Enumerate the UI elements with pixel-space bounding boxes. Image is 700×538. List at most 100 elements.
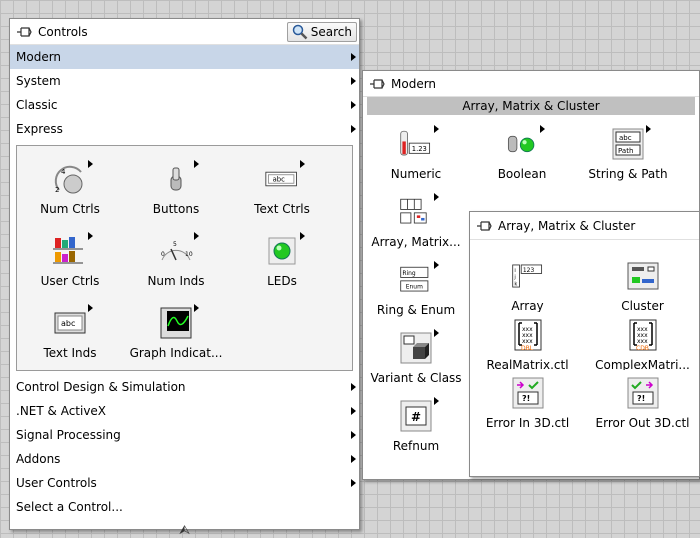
tile-boolean[interactable]: Boolean (469, 119, 575, 187)
toggle-switch-icon (159, 160, 199, 196)
tile-array-matrix[interactable]: Array, Matrix... (363, 187, 469, 255)
search-button[interactable]: Search (286, 22, 357, 42)
array-title: Array, Matrix & Cluster (498, 218, 636, 233)
tile-error-in[interactable]: ?! Error In 3D.ctl (470, 376, 585, 434)
error-in-icon: ?! (511, 376, 545, 410)
array-icon: i j k 123 (511, 260, 545, 293)
modern-titlebar: Modern (363, 71, 699, 97)
tile-label: Error Out 3D.ctl (595, 416, 690, 428)
menu-item-modern[interactable]: Modern (10, 45, 359, 69)
controls-titlebar: Controls Search (10, 19, 359, 45)
tile-label: Text Ctrls (254, 202, 310, 216)
user-controls-icon (53, 232, 93, 268)
tile-label: RealMatrix.ctl (486, 358, 569, 370)
svg-text:xxx: xxx (637, 338, 648, 345)
tile-cluster[interactable]: Cluster (585, 260, 700, 318)
controls-title: Controls (38, 24, 88, 39)
tile-text-inds[interactable]: abc Text Inds (17, 294, 123, 366)
tile-label: Numeric (390, 167, 442, 181)
tile-num-ctrls[interactable]: 24 Num Ctrls (17, 150, 123, 222)
tile-label: Num Ctrls (40, 202, 100, 216)
enum-text: Enum (406, 284, 423, 291)
submenu-arrow-icon (351, 101, 356, 109)
submenu-arrow-icon (351, 383, 356, 391)
menu-label: Addons (16, 452, 61, 466)
menu-label: Classic (16, 98, 58, 112)
numeric-knob-icon: 24 (53, 160, 93, 196)
tile-refnum[interactable]: # Refnum (363, 391, 469, 459)
tile-string-path[interactable]: abc Path String & Path (575, 119, 681, 187)
string-path-icon: abc Path (611, 125, 651, 161)
submenu-arrow-icon (351, 431, 356, 439)
tile-label: Graph Indicat... (129, 346, 223, 360)
menu-item-classic[interactable]: Classic (10, 93, 359, 117)
menu-label: User Controls (16, 476, 97, 490)
tile-label: Array, Matrix... (371, 235, 461, 249)
section-header: Array, Matrix & Cluster (367, 97, 695, 115)
tile-text-ctrls[interactable]: abc Text Ctrls (229, 150, 335, 222)
menu-label: .NET & ActiveX (16, 404, 107, 418)
menu-item-system[interactable]: System (10, 69, 359, 93)
menu-item-express[interactable]: Express (10, 117, 359, 141)
menu-item-select-control[interactable]: Select a Control... (10, 495, 359, 519)
svg-text:j: j (513, 275, 515, 281)
real-matrix-icon: xxx xxx xxx DBL (511, 318, 545, 352)
pin-icon[interactable] (16, 25, 32, 39)
svg-text:2: 2 (55, 186, 59, 194)
array-num-text: 123 (522, 267, 534, 274)
tile-graph-indicators[interactable]: Graph Indicat... (123, 294, 229, 366)
menu-item-addons[interactable]: Addons (10, 447, 359, 471)
array-titlebar: Array, Matrix & Cluster (470, 212, 699, 240)
tile-label: Variant & Class (370, 371, 462, 385)
menu-label: Express (16, 122, 63, 136)
tile-num-inds[interactable]: 0 5 10 Num Inds (123, 222, 229, 294)
tile-label: Refnum (392, 439, 440, 453)
controls-palette: Controls Search Modern System Classic Ex… (9, 18, 360, 538)
tile-label: Num Inds (147, 274, 205, 288)
submenu-arrow-icon (351, 125, 356, 133)
modern-title: Modern (391, 76, 437, 91)
submenu-arrow-icon (351, 455, 356, 463)
refnum-icon: # (399, 397, 439, 433)
collapse-chevron-icon[interactable]: ⮙ (10, 519, 359, 538)
menu-label: Control Design & Simulation (16, 380, 186, 394)
error-in-text: ?! (522, 394, 530, 403)
pin-icon[interactable] (476, 219, 492, 233)
tile-label: String & Path (588, 167, 668, 181)
tile-error-out[interactable]: ?! Error Out 3D.ctl (585, 376, 700, 434)
tile-array[interactable]: i j k 123 Array (470, 260, 585, 318)
svg-text:0: 0 (161, 251, 165, 258)
numeric-text: 1.23 (412, 145, 427, 153)
menu-item-signal-processing[interactable]: Signal Processing (10, 423, 359, 447)
error-out-icon: ?! (626, 376, 660, 410)
search-icon (292, 24, 308, 40)
express-panel: 24 Num Ctrls Buttons abc Text Ctrls User… (16, 145, 353, 371)
tile-real-matrix[interactable]: xxx xxx xxx DBL RealMatrix.ctl (470, 318, 585, 376)
menu-item-control-design[interactable]: Control Design & Simulation (10, 375, 359, 399)
tile-label: Text Inds (43, 346, 97, 360)
path-text: Path (618, 147, 633, 155)
tile-label: User Ctrls (40, 274, 100, 288)
variant-class-icon (399, 329, 439, 365)
text-indicator-icon: abc (53, 304, 93, 340)
error-out-text: ?! (637, 394, 645, 403)
tile-user-ctrls[interactable]: User Ctrls (17, 222, 123, 294)
tile-buttons[interactable]: Buttons (123, 150, 229, 222)
tile-label: Buttons (152, 202, 200, 216)
tile-leds[interactable]: LEDs (229, 222, 335, 294)
tile-variant-class[interactable]: Variant & Class (363, 323, 469, 391)
tile-complex-matrix[interactable]: xxx xxx xxx CDB ComplexMatri... (585, 318, 700, 376)
submenu-arrow-icon (351, 479, 356, 487)
menu-item-user-controls[interactable]: User Controls (10, 471, 359, 495)
ring-text: Ring (402, 270, 416, 277)
svg-text:5: 5 (173, 241, 177, 248)
tile-numeric[interactable]: 1.23 Numeric (363, 119, 469, 187)
tile-ring-enum[interactable]: Ring Enum Ring & Enum (363, 255, 469, 323)
menu-item-dotnet[interactable]: .NET & ActiveX (10, 399, 359, 423)
tile-label: Boolean (497, 167, 547, 181)
svg-text:4: 4 (61, 168, 66, 176)
svg-text:k: k (514, 282, 517, 288)
array-grid: i j k 123 Array Cluster xxx xxx xxx DBL RealMa… (470, 240, 699, 434)
pin-icon[interactable] (369, 77, 385, 91)
menu-label: Modern (16, 50, 62, 64)
